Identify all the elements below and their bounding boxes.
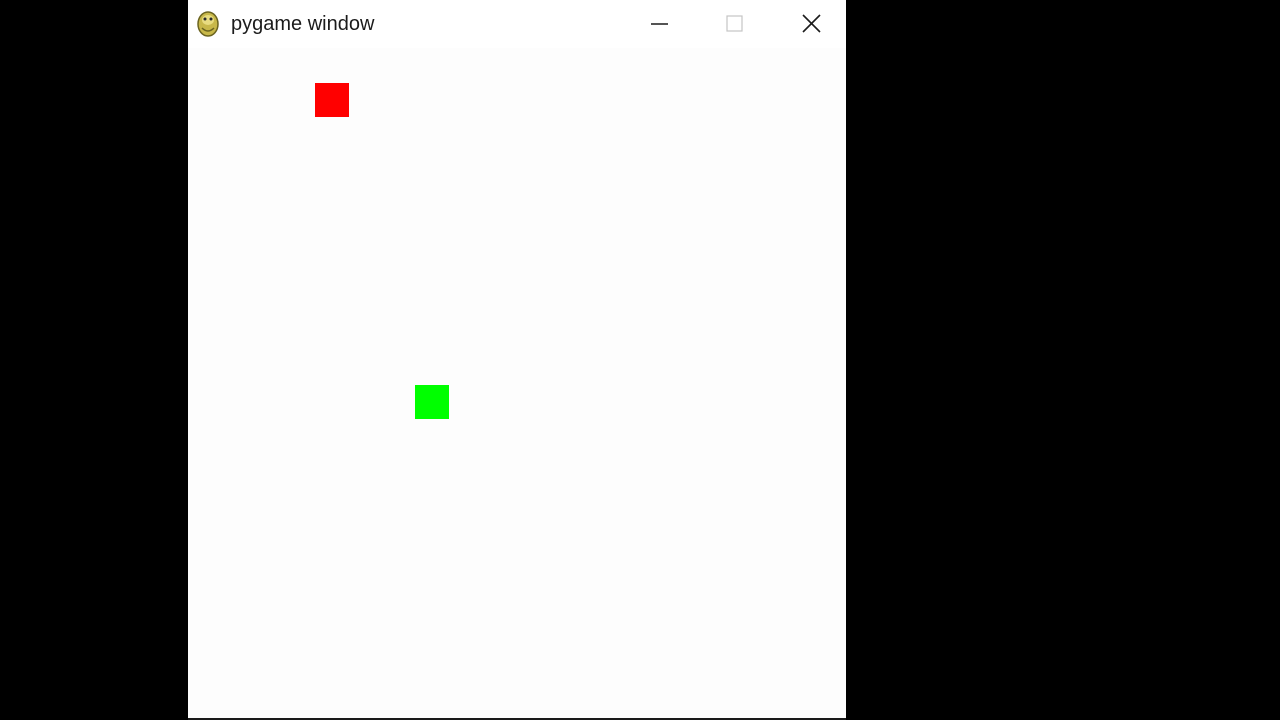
- pygame-snake-icon: [196, 10, 220, 38]
- minimize-button[interactable]: [637, 0, 683, 48]
- window-title: pygame window: [231, 13, 375, 35]
- green-square: [415, 385, 449, 419]
- desktop-background: pygame window: [0, 0, 1280, 720]
- pygame-window[interactable]: pygame window: [188, 0, 846, 720]
- maximize-button[interactable]: [712, 0, 758, 48]
- game-canvas[interactable]: [188, 48, 846, 718]
- red-square: [315, 83, 349, 117]
- close-button[interactable]: [788, 0, 834, 48]
- title-bar[interactable]: pygame window: [188, 0, 846, 48]
